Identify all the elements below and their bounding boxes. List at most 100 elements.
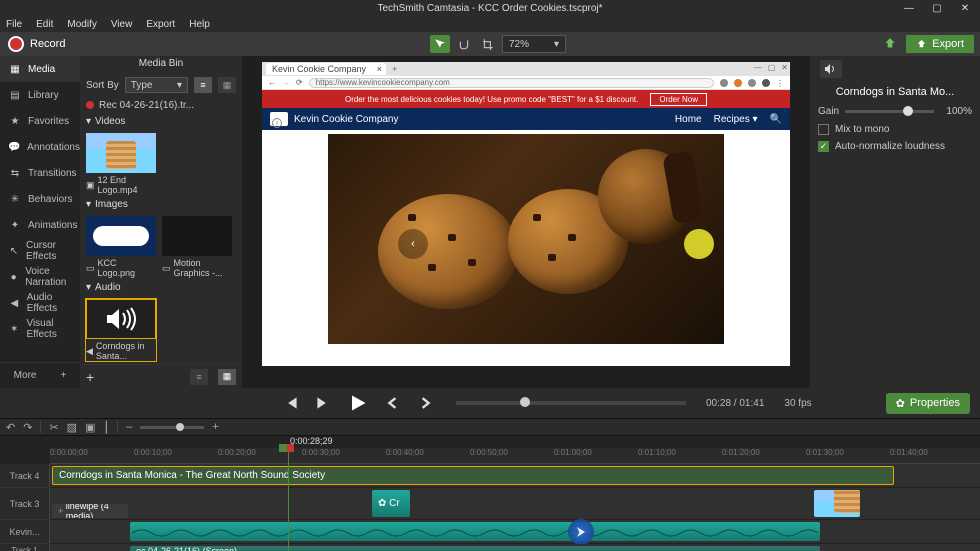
minimize-button[interactable]: — xyxy=(898,1,920,15)
copy-button[interactable]: ▧ xyxy=(67,421,77,434)
media-item-image-1[interactable]: ▭Motion Graphics -... xyxy=(162,216,232,278)
mix-mono-checkbox[interactable] xyxy=(818,124,829,135)
media-item-video-0[interactable]: ▣12 End Logo.mp4 xyxy=(86,133,156,195)
edit-tool[interactable] xyxy=(430,35,450,53)
ext-icon xyxy=(720,79,728,87)
tool-library[interactable]: ▤Library xyxy=(0,82,80,108)
export-label: Export xyxy=(932,38,964,50)
timeline-ruler[interactable]: 0:00:00;00 0:00:10;00 0:00:20;00 0:00:30… xyxy=(50,448,980,464)
cut-button[interactable]: ✂ xyxy=(49,421,58,434)
chevron-down-icon: ▾ xyxy=(554,39,559,50)
menu-view[interactable]: View xyxy=(111,19,133,30)
add-button[interactable]: + xyxy=(60,370,66,381)
zoom-value: 72% xyxy=(509,39,529,50)
menu-edit[interactable]: Edit xyxy=(36,19,53,30)
zoom-timeline-in[interactable]: + xyxy=(212,421,218,433)
track-lane-1[interactable]: ec 04-26-21(16) (Screen) xyxy=(50,544,980,551)
media-item-audio-0[interactable]: ◀Corndogs in Santa... xyxy=(86,299,156,361)
share-button[interactable] xyxy=(880,34,900,54)
crop-tool[interactable] xyxy=(478,35,498,53)
zoom-timeline-slider[interactable] xyxy=(140,426,204,429)
gain-label: Gain xyxy=(818,106,839,117)
menu-help[interactable]: Help xyxy=(189,19,210,30)
undo-button[interactable]: ↶ xyxy=(6,421,15,434)
split-button[interactable]: ⎮ xyxy=(103,421,109,434)
recording-item[interactable]: Rec 04-26-21(16).tr... xyxy=(80,96,242,114)
tool-media[interactable]: ▦Media xyxy=(0,56,80,82)
redo-button[interactable]: ↷ xyxy=(23,421,32,434)
canvas-zoom-select[interactable]: 72% ▾ xyxy=(502,35,566,53)
audio-icon: ◀ xyxy=(86,346,93,357)
back-icon: ← xyxy=(268,78,276,87)
clip-screen-rec[interactable]: ec 04-26-21(16) (Screen) xyxy=(130,546,820,551)
audio-properties-tab[interactable] xyxy=(820,60,842,78)
track-label-4[interactable]: Track 4 xyxy=(0,464,50,488)
carousel-prev-icon: ‹ xyxy=(398,229,428,259)
selection-name: Corndogs in Santa Mo... xyxy=(810,82,980,102)
close-button[interactable]: ✕ xyxy=(954,1,976,15)
track-lane-3[interactable]: + linewipe (4 media) ✿ Cr xyxy=(50,488,980,520)
current-timecode: 0:00:28;29 xyxy=(290,436,333,446)
track-label-1[interactable]: Track 1 xyxy=(0,544,50,551)
clip-audio-corndogs[interactable]: Corndogs in Santa Monica - The Great Nor… xyxy=(52,466,894,485)
track-label-3[interactable]: Track 3 xyxy=(0,488,50,520)
zoom-timeline-out[interactable]: – xyxy=(126,421,132,433)
record-button[interactable]: Record xyxy=(8,36,65,52)
step-fwd-button[interactable] xyxy=(414,392,436,414)
clip-video-main[interactable] xyxy=(130,522,820,541)
clip-group-linewipe[interactable]: + linewipe (4 media) xyxy=(52,504,128,518)
spark-icon: ✦ xyxy=(8,220,22,231)
add-media-button[interactable]: + xyxy=(86,369,94,385)
section-videos[interactable]: ▾ Videos xyxy=(80,114,242,129)
properties-button[interactable]: ✿ Properties xyxy=(886,393,970,414)
gain-slider[interactable] xyxy=(845,110,934,113)
media-item-image-0[interactable]: ▭KCC Logo.png xyxy=(86,216,156,278)
audio-icon xyxy=(103,305,139,333)
step-back-button[interactable] xyxy=(382,392,404,414)
tool-behaviors[interactable]: ✳Behaviors xyxy=(0,186,80,212)
browser-tab: Kevin Cookie Company × xyxy=(266,63,386,75)
track-lane-2[interactable] xyxy=(50,520,980,544)
info-icon: i xyxy=(272,118,282,128)
scrub-slider[interactable] xyxy=(456,401,686,405)
preview-canvas[interactable]: — ▢ ✕ Kevin Cookie Company × + ← → ⟳ xyxy=(262,62,790,366)
prev-frame-button[interactable] xyxy=(280,392,302,414)
tool-transitions[interactable]: ⇆Transitions xyxy=(0,160,80,186)
playhead[interactable] xyxy=(288,444,289,551)
maximize-button[interactable]: ▢ xyxy=(926,1,948,15)
tool-animations[interactable]: ✦Animations xyxy=(0,212,80,238)
tool-annotations[interactable]: 💬Annotations xyxy=(0,134,80,160)
fps-display: 30 fps xyxy=(784,398,811,409)
clip-video-cr[interactable]: ✿ Cr xyxy=(372,490,410,517)
tool-cursor-effects[interactable]: ↖Cursor Effects xyxy=(0,238,80,264)
view-list-icon[interactable]: ≡ xyxy=(194,77,212,93)
export-button[interactable]: Export xyxy=(906,35,974,53)
auto-normalize-checkbox[interactable]: ✓ xyxy=(818,141,829,152)
tool-voice-narration[interactable]: ●Voice Narration xyxy=(0,264,80,290)
menu-export[interactable]: Export xyxy=(146,19,175,30)
track-lane-4[interactable]: Corndogs in Santa Monica - The Great Nor… xyxy=(50,464,980,488)
track-label-2[interactable]: Kevin... xyxy=(0,520,50,544)
ext-icon xyxy=(734,79,742,87)
sort-select[interactable]: Type ▾ xyxy=(125,77,188,93)
site-name: Kevin Cookie Company xyxy=(294,114,399,125)
paste-button[interactable]: ▣ xyxy=(85,421,95,434)
bin-view-grid-icon[interactable]: ▦ xyxy=(218,369,236,385)
tool-audio-effects[interactable]: ◀Audio Effects xyxy=(0,290,80,316)
tool-favorites[interactable]: ★Favorites xyxy=(0,108,80,134)
next-frame-button[interactable] xyxy=(312,392,334,414)
section-images[interactable]: ▾ Images xyxy=(80,197,242,212)
more-button[interactable]: More xyxy=(14,370,37,381)
image-icon: ▭ xyxy=(162,263,171,274)
tool-visual-effects[interactable]: ✶Visual Effects xyxy=(0,316,80,342)
bin-view-list-icon[interactable]: ≡ xyxy=(190,369,208,385)
menu-modify[interactable]: Modify xyxy=(67,19,96,30)
clip-end-logo[interactable] xyxy=(814,490,860,517)
pan-tool[interactable] xyxy=(454,35,474,53)
browser-close-icon: ✕ xyxy=(781,63,788,72)
view-grid-icon[interactable]: ▦ xyxy=(218,77,236,93)
section-audio[interactable]: ▾ Audio xyxy=(80,280,242,295)
promo-banner: Order the most delicious cookies today! … xyxy=(262,90,790,108)
menu-file[interactable]: File xyxy=(6,19,22,30)
play-button[interactable] xyxy=(344,389,372,417)
